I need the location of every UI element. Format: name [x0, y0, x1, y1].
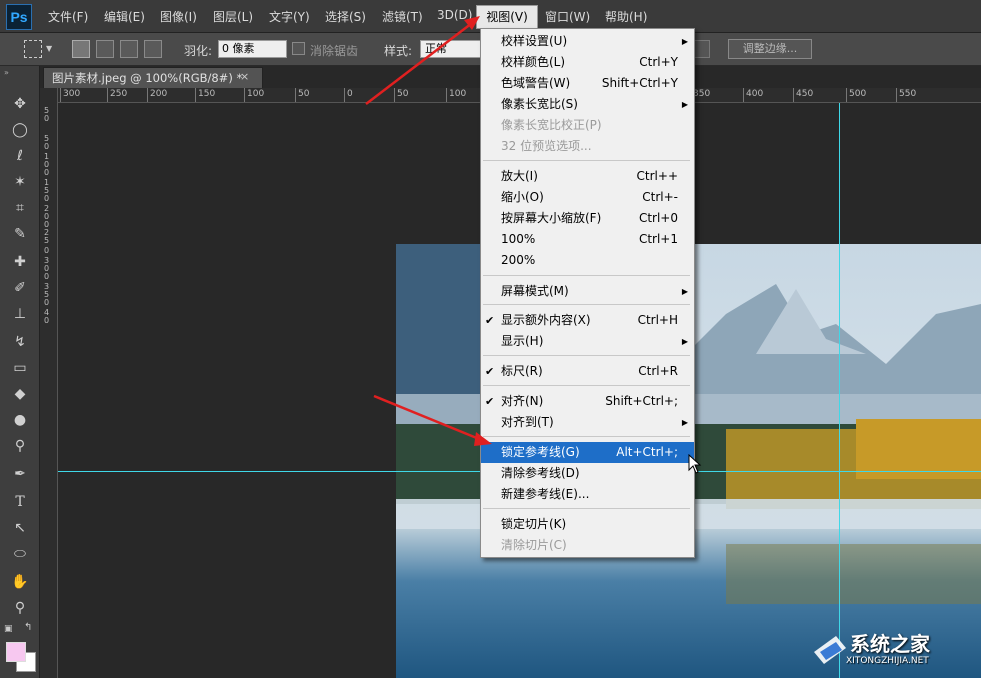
annotation-arrows	[365, 16, 492, 446]
watermark-text: 系统之家	[850, 632, 930, 656]
mouse-cursor-icon	[688, 454, 702, 474]
watermark-url: XITONGZHIJIA.NET	[846, 656, 929, 666]
